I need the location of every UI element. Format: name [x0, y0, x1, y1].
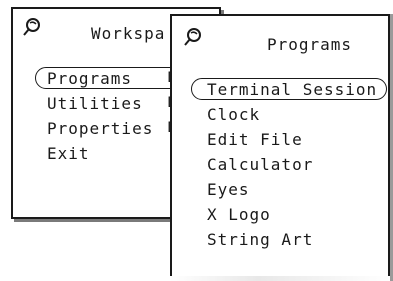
- menu-item-x-logo[interactable]: X Logo: [172, 202, 388, 227]
- scan-artifact: [170, 276, 390, 281]
- menu-item-label: Exit: [47, 144, 90, 163]
- menu-title: Workspa: [91, 24, 166, 43]
- menu-item-label: Terminal Session: [207, 80, 378, 99]
- menu-item-label: Eyes: [207, 180, 250, 199]
- menu-items: Terminal Session Clock Edit File Calcula…: [172, 77, 388, 252]
- menu-item-calculator[interactable]: Calculator: [172, 152, 388, 177]
- menu-item-label: Clock: [207, 105, 261, 124]
- menu-item-clock[interactable]: Clock: [172, 102, 388, 127]
- menu-item-terminal-session[interactable]: Terminal Session: [172, 77, 388, 102]
- pushpin-icon[interactable]: [182, 27, 204, 49]
- menu-item-label: Calculator: [207, 155, 314, 174]
- pushpin-icon[interactable]: [21, 17, 43, 39]
- menu-item-label: Properties: [47, 119, 154, 138]
- programs-menu: Programs Terminal Session Clock Edit Fil…: [170, 14, 390, 281]
- menu-item-label: Programs: [47, 69, 133, 88]
- menu-item-eyes[interactable]: Eyes: [172, 177, 388, 202]
- menu-item-label: String Art: [207, 230, 314, 249]
- menu-item-label: Edit File: [207, 130, 303, 149]
- menu-title: Programs: [267, 35, 353, 54]
- menu-item-edit-file[interactable]: Edit File: [172, 127, 388, 152]
- menu-item-label: Utilities: [47, 94, 143, 113]
- menu-item-string-art[interactable]: String Art: [172, 227, 388, 252]
- menu-item-label: X Logo: [207, 205, 271, 224]
